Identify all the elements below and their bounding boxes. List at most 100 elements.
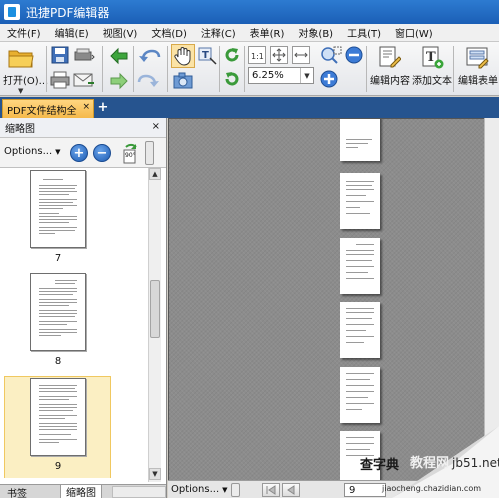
zoom-marquee-button[interactable] — [320, 46, 342, 64]
menu-bar: 文件(F) 编辑(E) 视图(V) 文档(D) 注释(C) 表单(R) 对象(B… — [0, 24, 499, 42]
thumbnail-zoom-in-button[interactable]: + — [70, 144, 88, 162]
document-page[interactable] — [340, 119, 380, 161]
folder-icon — [8, 50, 34, 68]
menu-file[interactable]: 文件(F) — [0, 25, 48, 40]
page-number-input[interactable]: 9 — [344, 483, 386, 497]
close-tab-icon[interactable]: × — [82, 102, 90, 112]
thumbnail-zoom-out-button[interactable]: − — [93, 144, 111, 162]
rotate-counterclockwise-button[interactable] — [222, 69, 242, 89]
menu-window[interactable]: 窗口(W) — [388, 25, 440, 40]
document-page[interactable] — [340, 302, 380, 358]
previous-page-button[interactable] — [282, 483, 300, 497]
arrow-right-green-icon — [110, 72, 128, 90]
open-button[interactable] — [6, 46, 36, 70]
email-icon — [73, 73, 94, 87]
status-options-button[interactable]: Options... ▼ — [171, 484, 228, 495]
open-dropdown-icon[interactable]: ▼ — [18, 87, 23, 95]
redo-button[interactable] — [136, 71, 162, 91]
scroll-up-icon[interactable]: ▲ — [149, 168, 161, 180]
rotate-clockwise-button[interactable] — [222, 45, 242, 65]
add-text-icon: T — [422, 46, 444, 69]
zoom-out-button[interactable] — [345, 46, 363, 64]
menu-view[interactable]: 视图(V) — [96, 25, 145, 40]
hand-tool-button[interactable] — [171, 44, 195, 68]
menu-document[interactable]: 文档(D) — [144, 25, 194, 40]
thumbnail-page-9[interactable] — [30, 378, 86, 456]
menu-tools[interactable]: 工具(T) — [340, 25, 388, 40]
watermark-site-en: jb51.net — [452, 456, 499, 470]
undo-icon — [139, 49, 161, 62]
menu-edit[interactable]: 编辑(E) — [48, 25, 96, 40]
open-button-label[interactable]: 打开(O)... — [3, 72, 48, 87]
edit-content-button[interactable] — [376, 44, 402, 70]
watermark-site-cn: 查字典 — [360, 458, 400, 473]
panel-options-label: Options... — [4, 146, 53, 157]
menu-comment[interactable]: 注释(C) — [194, 25, 243, 40]
thumbnail-panel: 缩略图 × Options... ▼ + − 90° 7 8 9 ▲ ▼ 书签 … — [0, 118, 167, 498]
rotate-left-icon — [225, 72, 239, 86]
scan-button[interactable] — [72, 45, 96, 65]
next-view-button[interactable] — [108, 71, 130, 91]
svg-text:T: T — [426, 50, 436, 65]
scanner-icon — [74, 48, 95, 61]
thumbnail-page-7-label: 7 — [54, 253, 62, 264]
menu-object[interactable]: 对象(B) — [291, 25, 340, 40]
svg-text:T: T — [202, 50, 209, 61]
save-button[interactable] — [50, 45, 70, 65]
panel-tools-scroll[interactable] — [145, 141, 154, 165]
add-text-label[interactable]: 添加文本 — [412, 72, 452, 87]
menu-form[interactable]: 表单(R) — [243, 25, 292, 40]
edit-form-button[interactable] — [464, 44, 490, 70]
actual-size-icon: 1:1 — [251, 52, 264, 61]
edit-form-label[interactable]: 编辑表单 — [458, 72, 498, 87]
undo-button[interactable] — [136, 46, 162, 66]
panel-bottom-tabs: 书签 缩略图 — [0, 484, 166, 498]
select-text-button[interactable]: T — [196, 45, 218, 67]
fit-width-button[interactable] — [292, 46, 310, 64]
new-tab-button[interactable]: + — [97, 100, 109, 115]
previous-view-button[interactable] — [108, 46, 130, 66]
zoom-level-select[interactable]: 6.25% ▼ — [248, 67, 314, 84]
print-button[interactable] — [50, 70, 70, 90]
add-text-button[interactable]: T — [419, 44, 445, 70]
status-scroll[interactable] — [231, 483, 240, 497]
document-tab[interactable]: PDF文件结构全 × — [2, 99, 94, 118]
document-page[interactable] — [340, 367, 380, 423]
edit-content-icon — [379, 46, 401, 68]
scroll-down-icon[interactable]: ▼ — [149, 468, 161, 480]
save-icon — [51, 46, 69, 64]
thumbnail-page-7[interactable] — [30, 170, 86, 248]
bookmarks-tab[interactable]: 书签 — [2, 485, 32, 498]
snapshot-button[interactable] — [171, 71, 195, 91]
rotate-page-button[interactable]: 90° — [120, 142, 142, 164]
chevron-down-icon: ▼ — [55, 147, 61, 156]
arrow-left-green-icon — [110, 47, 128, 65]
chevron-down-icon[interactable]: ▼ — [300, 68, 313, 83]
close-panel-icon[interactable]: × — [152, 121, 160, 132]
panel-options-button[interactable]: Options... ▼ — [4, 146, 61, 157]
actual-size-button[interactable]: 1:1 — [248, 46, 266, 64]
thumbnail-page-8-label: 8 — [54, 356, 62, 367]
email-button[interactable] — [72, 70, 96, 90]
chevron-down-icon: ▼ — [222, 485, 228, 494]
zoom-marquee-icon — [321, 46, 342, 64]
document-page[interactable] — [340, 238, 380, 294]
edit-content-label[interactable]: 编辑内容 — [370, 72, 410, 87]
panel-horizontal-scrollbar[interactable] — [112, 486, 166, 498]
printer-icon — [50, 71, 70, 89]
thumbnail-scroll-thumb[interactable] — [150, 280, 160, 338]
zoom-in-button[interactable] — [320, 70, 338, 88]
document-page[interactable] — [340, 173, 380, 229]
thumbnail-page-8[interactable] — [30, 273, 86, 351]
thumbnail-page-9-label: 9 — [54, 461, 62, 472]
document-tab-bar: PDF文件结构全 × + — [0, 97, 499, 118]
first-page-icon — [266, 485, 276, 495]
thumbnails-tab[interactable]: 缩略图 — [60, 485, 102, 498]
rotate-right-icon — [225, 48, 239, 62]
thumbnail-list[interactable]: 7 8 9 — [4, 168, 148, 478]
edit-form-icon — [466, 47, 489, 69]
first-page-button[interactable] — [262, 483, 280, 497]
thumbnail-scrollbar[interactable]: ▲ ▼ — [148, 168, 161, 482]
fit-page-button[interactable] — [270, 46, 288, 64]
fit-page-icon — [272, 48, 286, 62]
